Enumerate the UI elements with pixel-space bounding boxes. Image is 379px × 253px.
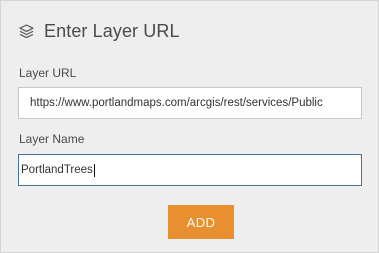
layer-url-value: https://www.portlandmaps.com/arcgis/rest…	[30, 97, 323, 109]
layer-name-label: Layer Name	[19, 132, 85, 146]
add-layer-panel: Enter Layer URL Layer URL https://www.po…	[0, 0, 379, 253]
text-caret	[93, 163, 95, 177]
layer-name-value: PortlandTrees	[21, 164, 93, 176]
panel-header: Enter Layer URL	[17, 17, 180, 45]
layer-url-label: Layer URL	[19, 66, 77, 80]
add-button[interactable]: ADD	[168, 205, 234, 239]
layers-icon	[17, 22, 35, 40]
layer-url-input[interactable]: https://www.portlandmaps.com/arcgis/rest…	[18, 87, 362, 119]
layer-name-input[interactable]: PortlandTrees	[18, 154, 362, 186]
panel-title: Enter Layer URL	[44, 20, 180, 41]
